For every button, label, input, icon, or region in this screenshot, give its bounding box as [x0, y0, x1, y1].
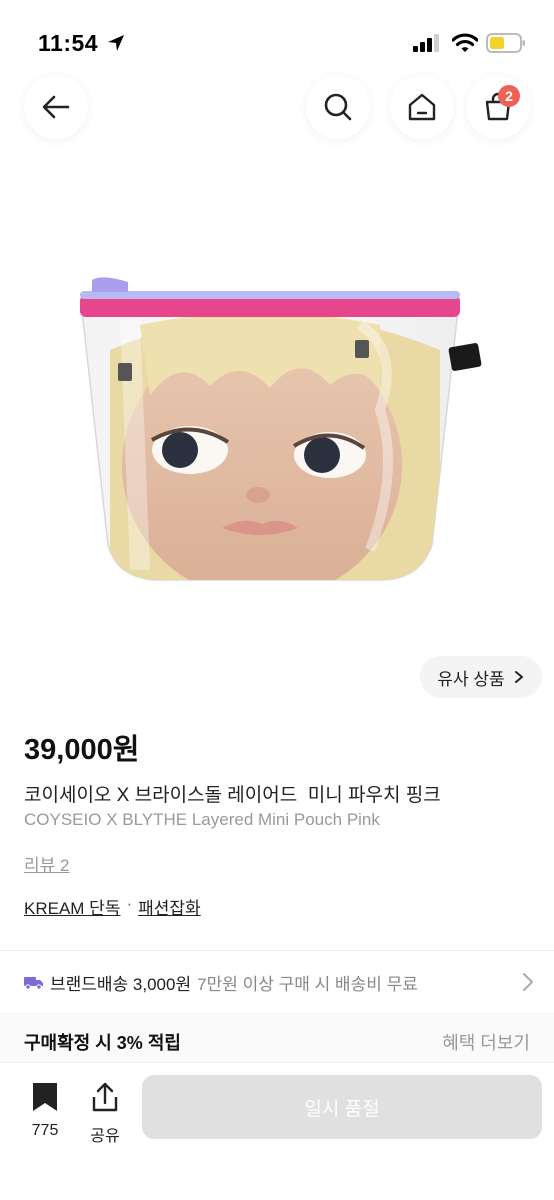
free-shipping-condition: 7만원 이상 구매 시 배송비 무료 — [197, 974, 418, 994]
chevron-right-icon — [523, 973, 533, 991]
tag-separator: · — [126, 894, 133, 913]
search-button[interactable] — [306, 75, 370, 139]
sold-out-button[interactable]: 일시 품절 — [142, 1075, 542, 1139]
similar-products-button[interactable]: 유사 상품 — [420, 656, 542, 698]
benefit-row: 구매확정 시 3% 적립 혜택 더보기 — [0, 1012, 554, 1062]
bookmark-button[interactable]: 775 — [24, 1081, 66, 1140]
battery-icon — [486, 33, 526, 58]
share-label: 공유 — [90, 1128, 120, 1145]
share-button[interactable]: 공유 — [84, 1081, 126, 1146]
view-benefits-link[interactable]: 혜택 더보기 — [442, 1029, 530, 1055]
shipping-fee: 브랜드배송 3,000원 — [50, 974, 192, 994]
cart-count-badge: 2 — [498, 85, 520, 107]
section-divider — [0, 950, 554, 951]
arrow-left-icon — [42, 95, 70, 119]
similar-products-label: 유사 상품 — [437, 669, 505, 689]
bookmark-icon — [33, 1083, 57, 1111]
chevron-right-icon — [514, 671, 523, 683]
product-tags: KREAM 단독 · 패션잡화 — [24, 894, 201, 919]
status-time: 11:54 — [38, 30, 99, 56]
category-tag-link[interactable]: 패션잡화 — [138, 894, 201, 919]
cart-button[interactable]: 2 — [466, 75, 530, 139]
truck-icon — [24, 977, 43, 990]
search-icon — [324, 93, 352, 121]
bookmark-count: 775 — [31, 1122, 59, 1139]
bottom-action-bar: 775 공유 일시 품절 — [0, 1062, 554, 1200]
product-price: 39,000원 — [24, 734, 140, 766]
home-icon — [408, 93, 436, 121]
product-title-korean: 코이세이오 X 브라이스돌 레이어드 미니 파우치 핑크 — [24, 785, 441, 806]
reward-points-text: 구매확정 시 3% 적립 — [24, 1033, 181, 1053]
back-button[interactable] — [24, 75, 88, 139]
wifi-icon — [451, 33, 479, 58]
cellular-signal-icon — [413, 34, 441, 57]
shipping-info-row[interactable]: 브랜드배송 3,000원 7만원 이상 구매 시 배송비 무료 — [24, 968, 534, 996]
review-link[interactable]: 리뷰 2 — [24, 851, 69, 876]
location-arrow-icon — [106, 33, 126, 58]
product-image[interactable] — [0, 150, 554, 650]
exclusive-tag-link[interactable]: KREAM 단독 — [24, 894, 120, 919]
status-bar: 11:54 — [0, 0, 554, 70]
home-button[interactable] — [390, 75, 454, 139]
share-icon — [92, 1082, 118, 1112]
product-title-english: COYSEIO X BLYTHE Layered Mini Pouch Pink — [24, 810, 380, 829]
